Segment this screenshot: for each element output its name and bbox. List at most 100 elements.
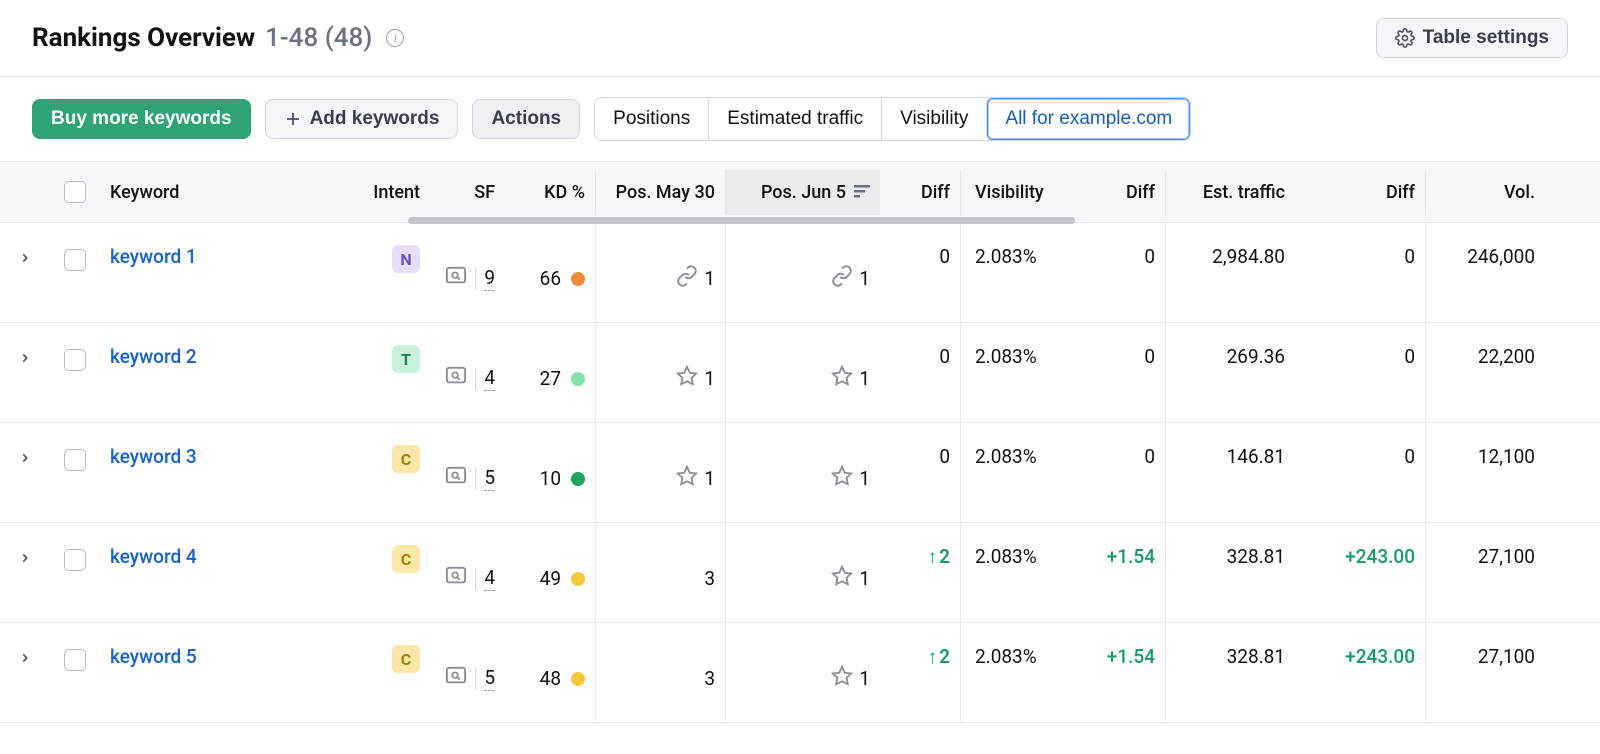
intent-badge: C <box>392 645 420 673</box>
col-volume[interactable]: Vol. <box>1425 170 1545 215</box>
info-icon[interactable]: i <box>386 29 404 47</box>
keyword-link[interactable]: keyword 5 <box>110 645 197 668</box>
col-kd[interactable]: KD % <box>505 170 595 215</box>
kd-dot-icon <box>571 472 585 486</box>
keyword-link[interactable]: keyword 2 <box>110 345 197 368</box>
volume-value: 27,100 <box>1425 623 1545 722</box>
est-traffic-diff-value: +243.00 <box>1295 523 1425 622</box>
col-sf[interactable]: SF <box>430 170 505 215</box>
toolbar: Buy more keywords Add keywords Actions P… <box>0 77 1600 161</box>
serp-features-icon[interactable] <box>445 566 467 591</box>
expand-row-button[interactable] <box>18 351 32 365</box>
serp-features-icon[interactable] <box>445 666 467 691</box>
buy-keywords-button[interactable]: Buy more keywords <box>32 99 251 139</box>
col-diff-vis[interactable]: Diff <box>1085 170 1165 215</box>
col-est-traffic[interactable]: Est. traffic <box>1165 170 1295 215</box>
sf-count: 5 <box>484 466 495 491</box>
star-icon <box>831 565 853 592</box>
kd-dot-icon <box>571 672 585 686</box>
row-checkbox[interactable] <box>64 349 86 371</box>
plus-icon <box>284 110 302 128</box>
pos-jun5-value: 1 <box>859 667 870 690</box>
star-icon <box>676 365 698 392</box>
intent-badge: C <box>392 445 420 473</box>
table-row: keyword 3 C 5 10 1 1 0 2.083% 0 146.81 0… <box>0 423 1600 523</box>
est-traffic-diff-value: 0 <box>1295 323 1425 422</box>
pos-jun5-value: 1 <box>859 567 870 590</box>
rankings-table: Keyword Intent SF KD % Pos. May 30 Pos. … <box>0 161 1600 723</box>
page-range: 1-48 (48) <box>265 23 372 53</box>
title-bar: Rankings Overview 1-48 (48) i Table sett… <box>0 0 1600 77</box>
keyword-link[interactable]: keyword 1 <box>110 245 197 268</box>
visibility-diff-value: 0 <box>1085 423 1165 522</box>
tab-positions[interactable]: Positions <box>595 98 708 140</box>
sf-count: 4 <box>484 366 495 391</box>
pos-may30-value: 1 <box>704 267 715 290</box>
expand-row-button[interactable] <box>18 251 32 265</box>
actions-button[interactable]: Actions <box>472 99 580 139</box>
serp-features-icon[interactable] <box>445 366 467 391</box>
tab-all-for-domain[interactable]: All for example.com <box>986 98 1190 140</box>
pos-diff-value: 0 <box>880 223 960 322</box>
table-row: keyword 2 T 4 27 1 1 0 2.083% 0 269.36 0… <box>0 323 1600 423</box>
tab-visibility[interactable]: Visibility <box>881 98 986 140</box>
table-settings-label: Table settings <box>1423 27 1549 49</box>
col-keyword[interactable]: Keyword <box>100 170 350 215</box>
serp-features-icon[interactable] <box>445 466 467 491</box>
tab-estimated-traffic[interactable]: Estimated traffic <box>708 98 881 140</box>
view-tabs: Positions Estimated traffic Visibility A… <box>594 97 1191 141</box>
est-traffic-diff-value: 0 <box>1295 423 1425 522</box>
expand-row-button[interactable] <box>18 651 32 665</box>
col-diff-est[interactable]: Diff <box>1295 170 1425 215</box>
keyword-link[interactable]: keyword 3 <box>110 445 197 468</box>
pos-may30-value: 3 <box>704 567 715 590</box>
col-pos-may30[interactable]: Pos. May 30 <box>595 170 725 215</box>
table-settings-button[interactable]: Table settings <box>1376 18 1568 58</box>
visibility-diff-value: +1.54 <box>1085 523 1165 622</box>
link-icon <box>831 265 853 292</box>
est-traffic-value: 146.81 <box>1165 423 1295 522</box>
est-traffic-value: 328.81 <box>1165 623 1295 722</box>
star-icon <box>831 465 853 492</box>
table-header: Keyword Intent SF KD % Pos. May 30 Pos. … <box>0 161 1600 223</box>
pos-jun5-value: 1 <box>859 467 870 490</box>
col-pos-jun5[interactable]: Pos. Jun 5 <box>725 170 880 215</box>
pos-diff-value: 2 <box>880 523 960 622</box>
expand-row-button[interactable] <box>18 551 32 565</box>
sort-desc-icon <box>854 185 870 199</box>
visibility-diff-value: +1.54 <box>1085 623 1165 722</box>
row-checkbox[interactable] <box>64 549 86 571</box>
est-traffic-value: 2,984.80 <box>1165 223 1295 322</box>
row-checkbox[interactable] <box>64 449 86 471</box>
row-checkbox[interactable] <box>64 649 86 671</box>
add-keywords-button[interactable]: Add keywords <box>265 99 459 139</box>
pos-may30-value: 3 <box>704 667 715 690</box>
serp-features-icon[interactable] <box>445 266 467 291</box>
expand-row-button[interactable] <box>18 451 32 465</box>
visibility-value: 2.083% <box>960 223 1085 322</box>
visibility-value: 2.083% <box>960 623 1085 722</box>
star-icon <box>831 365 853 392</box>
select-all-checkbox[interactable] <box>64 181 86 203</box>
col-intent[interactable]: Intent <box>350 170 430 215</box>
kd-value: 48 <box>540 667 561 690</box>
pos-diff-value: 2 <box>880 623 960 722</box>
pos-may30-value: 1 <box>704 467 715 490</box>
horizontal-scrollbar[interactable] <box>408 217 1075 224</box>
kd-value: 27 <box>540 367 561 390</box>
visibility-diff-value: 0 <box>1085 323 1165 422</box>
keyword-link[interactable]: keyword 4 <box>110 545 197 568</box>
volume-value: 22,200 <box>1425 323 1545 422</box>
kd-dot-icon <box>571 572 585 586</box>
table-row: keyword 4 C 4 49 3 1 2 2.083% +1.54 328.… <box>0 523 1600 623</box>
est-traffic-diff-value: 0 <box>1295 223 1425 322</box>
kd-dot-icon <box>571 372 585 386</box>
intent-badge: C <box>392 545 420 573</box>
sf-count: 5 <box>484 666 495 691</box>
pos-diff-value: 0 <box>880 423 960 522</box>
volume-value: 12,100 <box>1425 423 1545 522</box>
col-diff-pos[interactable]: Diff <box>880 170 960 215</box>
sf-count: 9 <box>484 266 495 291</box>
row-checkbox[interactable] <box>64 249 86 271</box>
col-visibility[interactable]: Visibility <box>960 170 1085 215</box>
